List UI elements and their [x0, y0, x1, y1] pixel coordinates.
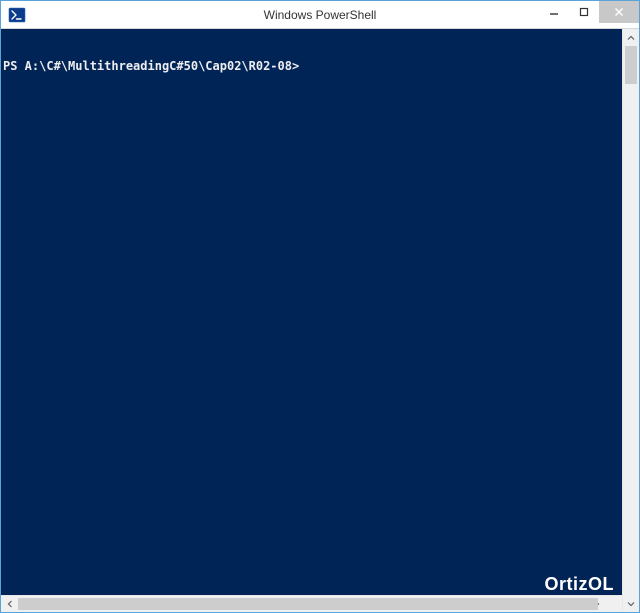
terminal-wrap: PS A:\C#\MultithreadingC#50\Cap02\R02-08…: [1, 29, 622, 612]
hscroll-thumb[interactable]: [18, 598, 598, 610]
powershell-window: Windows PowerShell PS A:\C#\Multithreadi…: [0, 0, 640, 613]
minimize-button[interactable]: [539, 1, 569, 23]
scroll-down-arrow-icon[interactable]: [623, 595, 639, 612]
watermark: OrtizOL: [545, 577, 615, 591]
terminal[interactable]: PS A:\C#\MultithreadingC#50\Cap02\R02-08…: [1, 29, 622, 595]
close-button[interactable]: [599, 1, 639, 23]
content-area: PS A:\C#\MultithreadingC#50\Cap02\R02-08…: [1, 29, 639, 612]
maximize-button[interactable]: [569, 1, 599, 23]
vscroll-thumb[interactable]: [625, 46, 637, 84]
vertical-scrollbar[interactable]: [622, 29, 639, 612]
powershell-icon: [7, 5, 27, 25]
hscroll-track[interactable]: [18, 596, 588, 612]
window-controls: [539, 1, 639, 23]
prompt-line: PS A:\C#\MultithreadingC#50\Cap02\R02-08…: [3, 59, 620, 73]
horizontal-scrollbar[interactable]: [1, 595, 622, 612]
scrollbar-corner: [605, 596, 622, 612]
scroll-up-arrow-icon[interactable]: [623, 29, 639, 46]
titlebar[interactable]: Windows PowerShell: [1, 1, 639, 29]
vscroll-track[interactable]: [623, 46, 639, 595]
scroll-left-arrow-icon[interactable]: [1, 596, 18, 612]
